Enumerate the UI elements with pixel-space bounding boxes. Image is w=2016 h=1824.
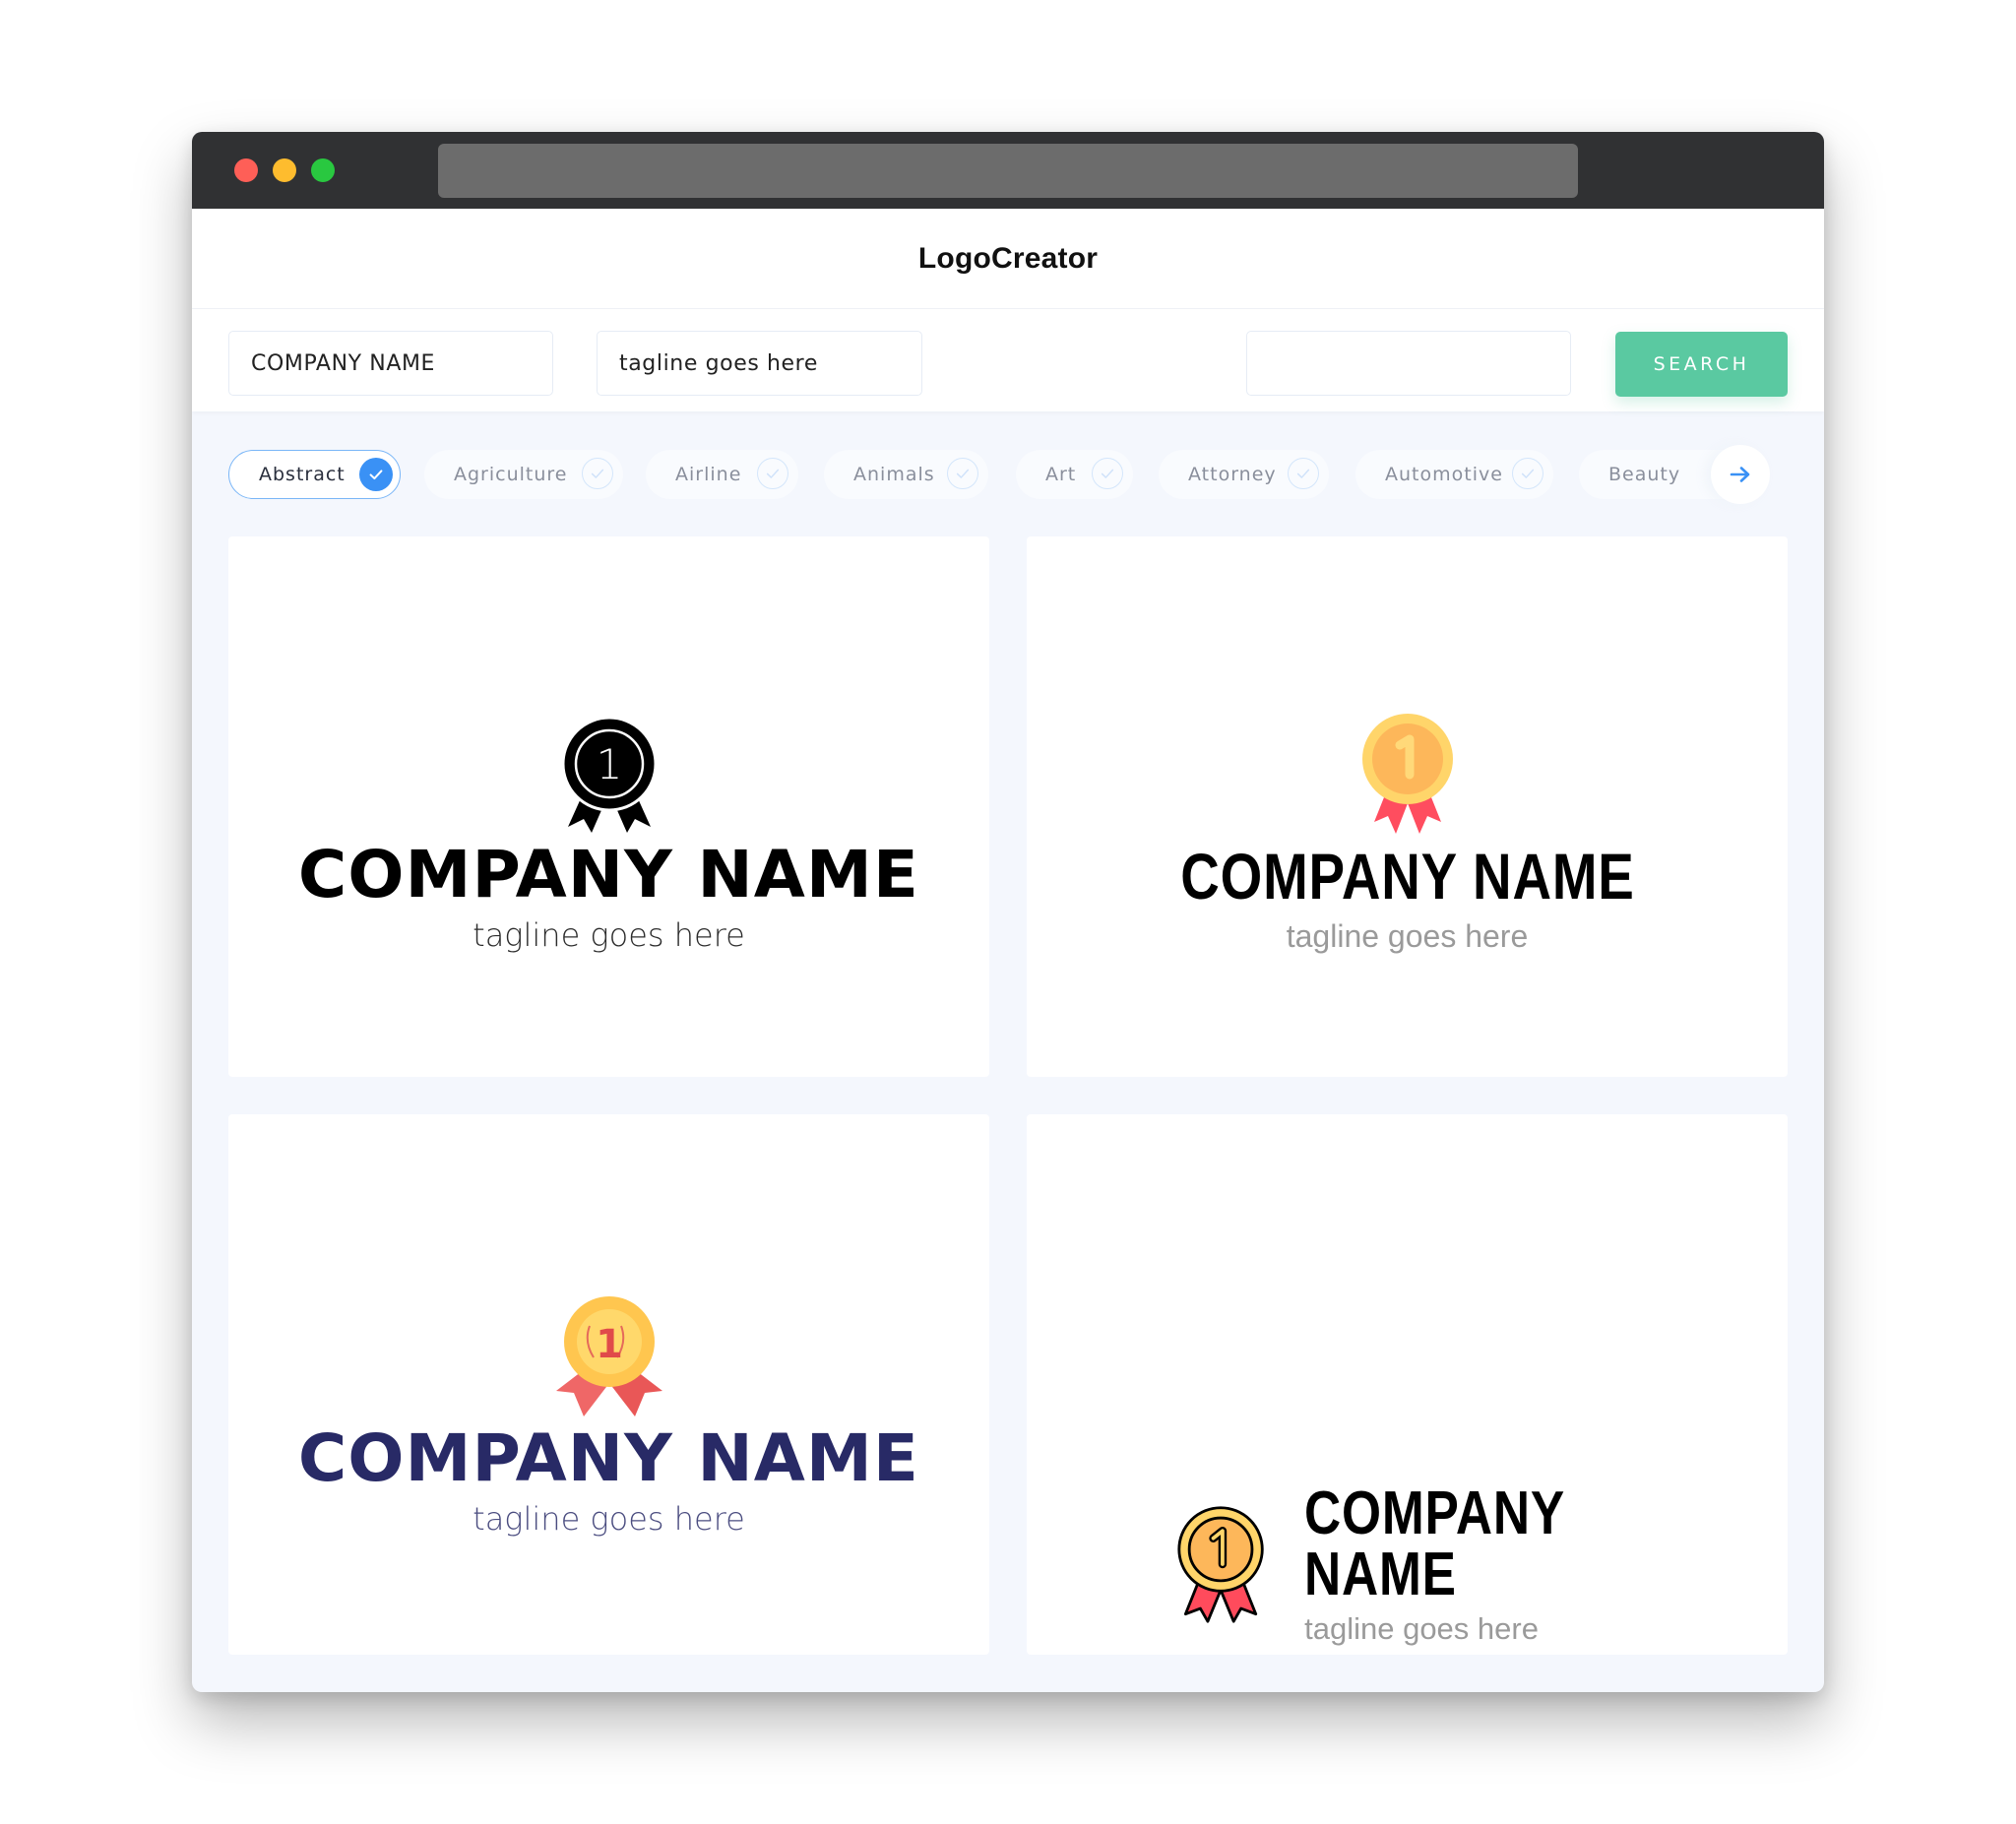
gold-laurel-medal-icon: 1	[555, 1296, 662, 1416]
tagline-text: tagline goes here	[472, 916, 745, 954]
site-header: LogoCreator	[192, 209, 1824, 309]
logo-card[interactable]: 1 COMPANY NAME tagline goes here	[228, 536, 989, 1077]
check-icon	[359, 458, 393, 491]
company-name-text: COMPANY NAME	[1304, 1479, 1565, 1608]
arrow-right-icon	[1730, 467, 1750, 482]
category-label: Beauty	[1608, 464, 1681, 485]
svg-text:1: 1	[596, 740, 622, 788]
category-label: Attorney	[1188, 464, 1277, 485]
close-window-button[interactable]	[234, 158, 258, 182]
tagline-input[interactable]: tagline goes here	[597, 331, 922, 396]
tagline-text: tagline goes here	[472, 1500, 745, 1538]
logo-card[interactable]: 1 COMPANY NAME tagline goes here	[228, 1114, 989, 1655]
category-label: Art	[1045, 464, 1077, 485]
category-chip-art[interactable]: Art	[1016, 450, 1133, 499]
maximize-window-button[interactable]	[311, 158, 335, 182]
search-button[interactable]: SEARCH	[1615, 332, 1788, 397]
logo-card[interactable]: COMPANY NAME tagline goes here	[1027, 1114, 1788, 1655]
check-icon	[1092, 458, 1123, 489]
check-icon	[1288, 458, 1319, 489]
address-bar[interactable]	[438, 144, 1578, 198]
category-chip-animals[interactable]: Animals	[824, 450, 988, 499]
check-icon	[947, 458, 978, 489]
check-icon	[1512, 458, 1544, 489]
tagline-text: tagline goes here	[1286, 918, 1529, 954]
category-chip-attorney[interactable]: Attorney	[1159, 450, 1329, 499]
black-ribbon-medal-icon: 1	[561, 717, 657, 833]
outlined-gold-medal-icon	[1177, 1505, 1264, 1623]
browser-window: LogoCreator COMPANY NAME tagline goes he…	[192, 132, 1824, 1692]
category-label: Abstract	[259, 464, 346, 485]
svg-text:1: 1	[596, 1322, 623, 1367]
company-name-text: COMPANY NAME	[297, 837, 920, 912]
category-label: Agriculture	[454, 464, 568, 485]
gold-medal-red-ribbon-icon	[1361, 714, 1453, 834]
company-name-text: COMPANY NAME	[297, 1420, 920, 1496]
category-chip-automotive[interactable]: Automotive	[1355, 450, 1553, 499]
category-label: Automotive	[1385, 464, 1503, 485]
scroll-categories-right-button[interactable]	[1711, 445, 1770, 504]
brand-logo[interactable]: LogoCreator	[918, 242, 1098, 276]
company-name-text: COMPANY NAME	[1179, 840, 1635, 912]
category-filter-bar: Abstract Agriculture Airline Animals Art	[192, 411, 1824, 536]
company-name-input[interactable]: COMPANY NAME	[228, 331, 553, 396]
category-chip-agriculture[interactable]: Agriculture	[424, 450, 623, 499]
category-label: Airline	[675, 464, 742, 485]
logo-card[interactable]: COMPANY NAME tagline goes here	[1027, 536, 1788, 1077]
logo-search-toolbar: COMPANY NAME tagline goes here SEARCH	[192, 309, 1824, 411]
keyword-input[interactable]	[1246, 331, 1571, 396]
check-icon	[582, 458, 613, 489]
check-icon	[757, 458, 788, 489]
category-chip-airline[interactable]: Airline	[646, 450, 798, 499]
category-label: Animals	[853, 464, 935, 485]
category-chip-abstract[interactable]: Abstract	[228, 450, 401, 499]
minimize-window-button[interactable]	[273, 158, 296, 182]
title-bar	[192, 132, 1824, 209]
tagline-text: tagline goes here	[1304, 1611, 1539, 1646]
